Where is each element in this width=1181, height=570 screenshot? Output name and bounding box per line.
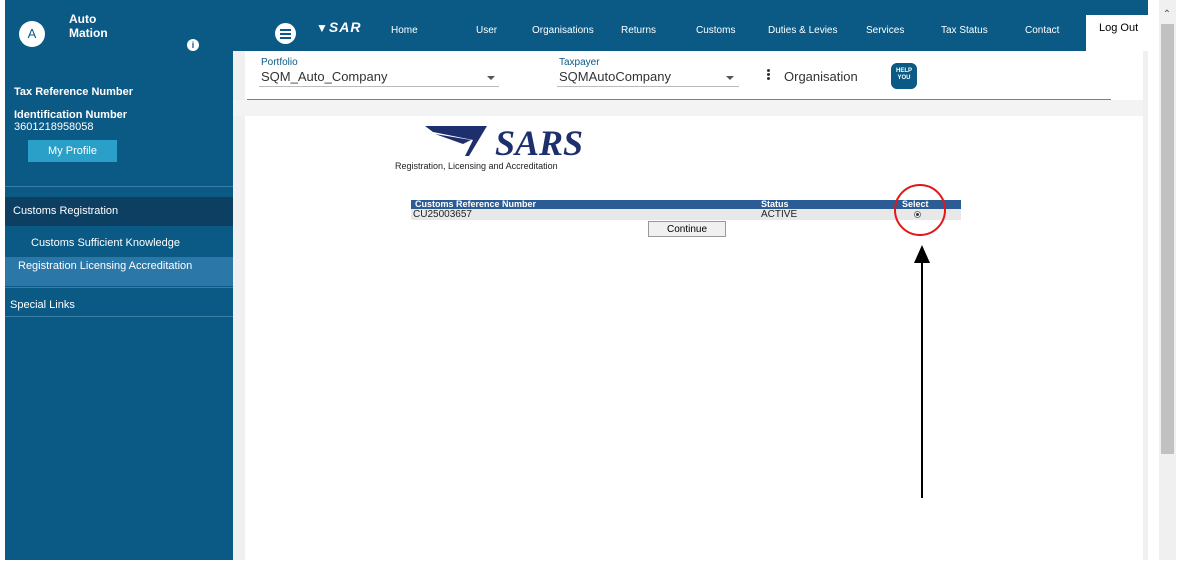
nav-organisations[interactable]: Organisations — [532, 25, 594, 36]
identification-label: Identification Number — [14, 109, 128, 121]
my-profile-button[interactable]: My Profile — [28, 140, 117, 162]
page-subtitle: Registration, Licensing and Accreditatio… — [395, 161, 558, 171]
content-margin — [1143, 51, 1148, 560]
nav-contact[interactable]: Contact — [1025, 25, 1059, 36]
user-last-name: Mation — [69, 26, 108, 40]
nav-returns[interactable]: Returns — [621, 25, 656, 36]
nav-customs[interactable]: Customs — [696, 25, 735, 36]
scroll-up-icon[interactable]: ⌃ — [1162, 10, 1172, 20]
user-name: Auto Mation — [69, 12, 108, 40]
logout-button[interactable]: Log Out — [1086, 15, 1148, 51]
content-header-band — [233, 100, 1143, 116]
more-options-icon[interactable] — [767, 69, 770, 81]
user-first-name: Auto — [69, 12, 97, 26]
tax-reference-label: Tax Reference Number — [14, 86, 134, 98]
identification-value: 3601218958058 — [14, 121, 94, 133]
sidebar: A Auto Mation i Tax Reference Number Ide… — [5, 0, 233, 560]
app-window: A Auto Mation i Tax Reference Number Ide… — [0, 0, 1181, 570]
info-icon[interactable]: i — [187, 39, 199, 51]
chevron-down-icon[interactable] — [487, 76, 495, 80]
arrow-annotation-shaft — [921, 258, 923, 498]
sidebar-divider — [5, 316, 233, 317]
scrollbar-thumb[interactable] — [1161, 24, 1174, 454]
table-header: Customs Reference Number Status Select — [411, 200, 961, 209]
avatar[interactable]: A — [19, 21, 45, 47]
sidebar-item-special-links[interactable]: Special Links — [5, 295, 233, 315]
nav-tax-status[interactable]: Tax Status — [941, 25, 988, 36]
sars-logo-text: SARS — [495, 123, 583, 160]
sidebar-item-customs-registration[interactable]: Customs Registration — [5, 197, 233, 226]
nav-home[interactable]: Home — [391, 25, 418, 36]
portfolio-label: Portfolio — [261, 57, 298, 68]
highlight-circle-annotation — [894, 184, 946, 236]
sidebar-divider — [5, 186, 233, 187]
help-you-icon[interactable]: HELP YOU — [891, 63, 917, 89]
sidebar-divider — [5, 287, 233, 288]
nav-user[interactable]: User — [476, 25, 497, 36]
portfolio-select[interactable]: SQM_Auto_Company — [261, 69, 387, 84]
menu-icon[interactable] — [275, 23, 296, 44]
column-header-status: Status — [761, 199, 789, 209]
portfolio-underline — [259, 86, 499, 87]
organisation-label: Organisation — [784, 69, 858, 84]
nav-services[interactable]: Services — [866, 25, 904, 36]
sars-logo-icon: SARS — [425, 123, 583, 160]
table-row: CU25003657 ACTIVE — [411, 209, 961, 220]
content-margin — [233, 51, 245, 560]
reference-cell: CU25003657 — [413, 209, 472, 220]
column-header-reference: Customs Reference Number — [415, 199, 537, 209]
top-navigation: ▼SAR Home User Organisations Returns Cus… — [233, 0, 1148, 51]
sars-logo-icon[interactable]: ▼SAR — [316, 19, 361, 35]
nav-duties-levies[interactable]: Duties & Levies — [768, 25, 837, 36]
top-logo-text: SAR — [328, 19, 362, 35]
vertical-scrollbar[interactable]: ⌃ — [1159, 0, 1176, 560]
sidebar-item-registration-licensing-accreditation[interactable]: Registration Licensing Accreditation — [5, 257, 233, 286]
status-cell: ACTIVE — [761, 209, 798, 220]
sidebar-item-customs-sufficient-knowledge[interactable]: Customs Sufficient Knowledge — [5, 233, 233, 253]
taxpayer-select[interactable]: SQMAutoCompany — [559, 69, 671, 84]
continue-button[interactable]: Continue — [648, 221, 726, 237]
taxpayer-underline — [557, 86, 739, 87]
chevron-down-icon[interactable] — [726, 76, 734, 80]
taxpayer-label: Taxpayer — [559, 57, 600, 68]
